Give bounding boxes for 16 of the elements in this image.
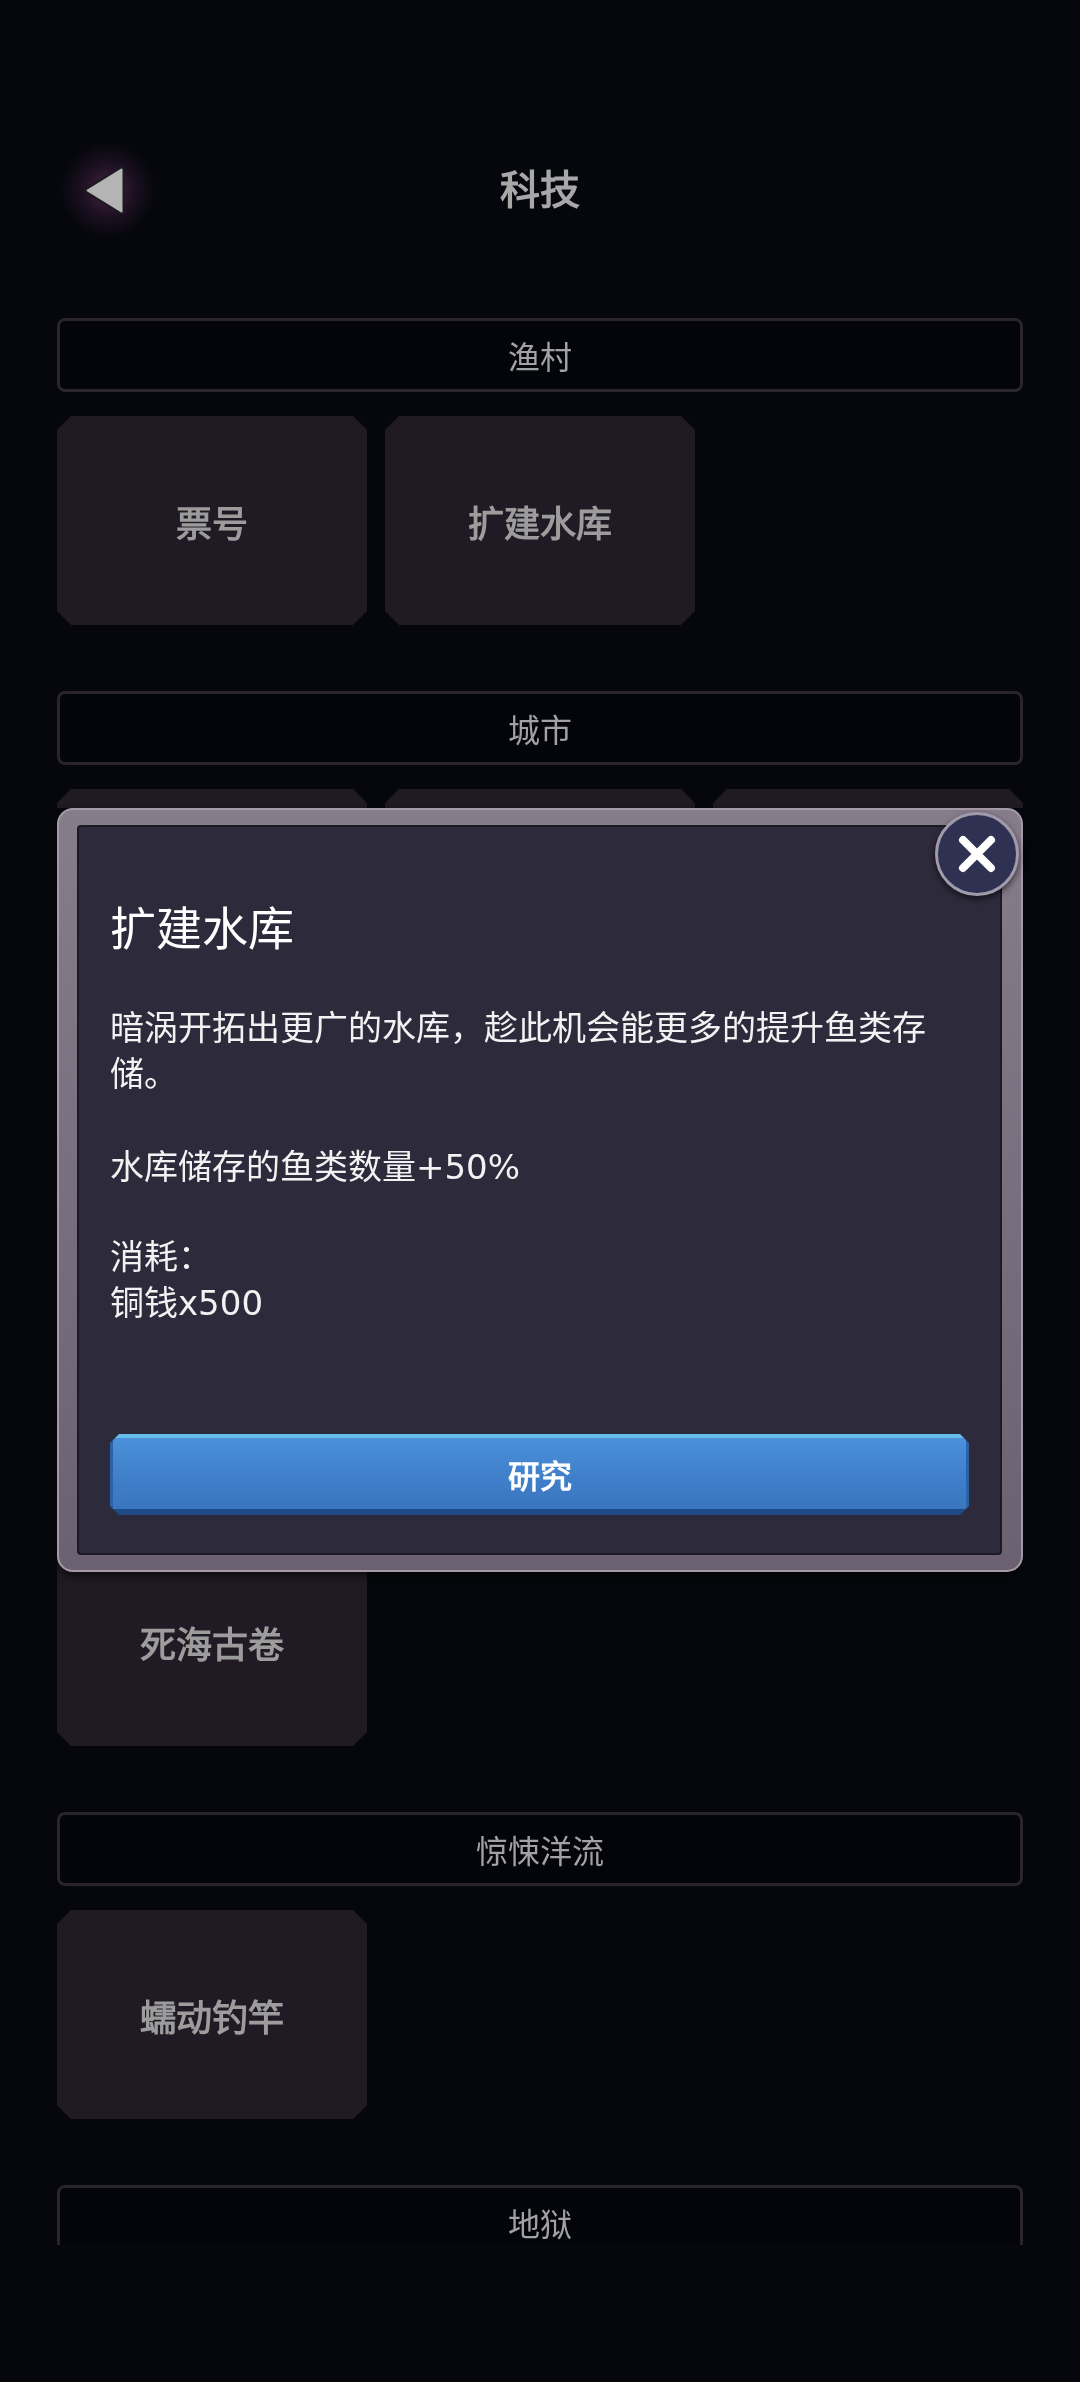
dialog-title: 扩建水库 xyxy=(110,901,295,957)
section-header: 城市 xyxy=(57,691,1023,765)
tech-tile[interactable]: 蠕动钓竿 xyxy=(57,1910,367,2119)
page-title: 科技 xyxy=(500,166,580,214)
cost-label: 消耗： xyxy=(110,1236,213,1279)
section-header: 地狱 xyxy=(57,2185,1023,2245)
description-text: 暗涡开拓出更广的水库，趁此机会能更多的提升鱼类存储。 xyxy=(110,1007,927,1096)
section-header: 渔村 xyxy=(57,318,1023,392)
back-icon xyxy=(84,165,126,215)
tech-tile[interactable]: 票号 xyxy=(57,416,367,625)
tech-tile[interactable]: 扩建水库 xyxy=(385,416,695,625)
close-icon xyxy=(958,835,996,873)
research-button[interactable]: 研究 xyxy=(110,1434,969,1515)
cost-text: 铜钱x500 xyxy=(110,1282,265,1325)
effect-text: 水库储存的鱼类数量+50% xyxy=(110,1146,522,1189)
section-header: 惊悚洋流 xyxy=(57,1812,1023,1886)
